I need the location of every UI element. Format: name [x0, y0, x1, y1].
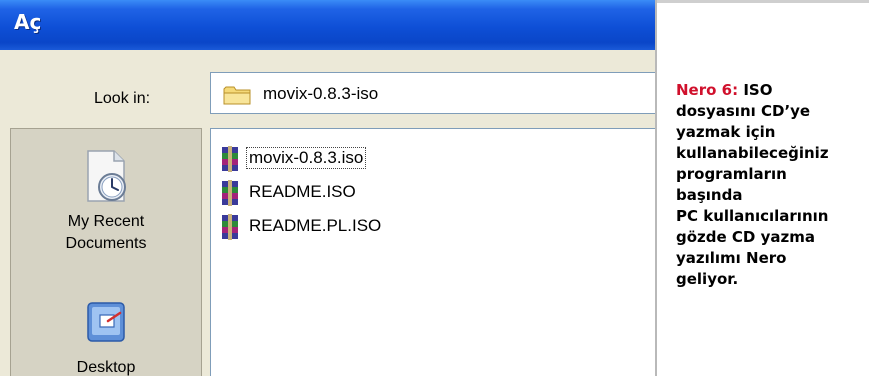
dialog-title: Aç: [14, 10, 42, 34]
file-name: README.PL.ISO: [249, 216, 382, 235]
open-dialog: Aç Look in: movix-0.8.3-iso My Recent Do…: [0, 0, 655, 376]
look-in-value: movix-0.8.3-iso: [263, 84, 379, 103]
caption-line: yazılımı Nero: [676, 249, 787, 267]
look-in-dropdown[interactable]: movix-0.8.3-iso: [210, 72, 655, 114]
caption-line: kullanabileceğiniz: [676, 144, 829, 162]
file-name: movix-0.8.3.iso: [245, 147, 367, 169]
archive-icon: [222, 180, 238, 206]
archive-icon: [222, 214, 238, 240]
caption-text: Nero 6: ISO dosyasını CD’ye yazmak için …: [676, 80, 861, 290]
caption-line: gözde CD yazma: [676, 228, 815, 246]
file-name: README.ISO: [249, 182, 356, 201]
caption-lead: Nero 6:: [676, 81, 739, 99]
caption-line: PC kullanıcılarının: [676, 207, 829, 225]
file-list[interactable]: movix-0.8.3.iso README.ISO README.PL.ISO: [210, 128, 655, 376]
caption-line: ISO: [743, 81, 773, 99]
caption-line-1: Nero 6: ISO: [676, 80, 861, 101]
place-label: Desktop: [76, 359, 136, 376]
recent-documents-icon: [87, 150, 126, 202]
caption-line: başında: [676, 186, 743, 204]
desktop-icon: [87, 302, 125, 342]
look-in-label: Look in:: [94, 90, 151, 107]
caption-line: geliyor.: [676, 270, 739, 288]
place-label: Documents: [65, 235, 147, 252]
places-bar: My Recent Documents Desktop: [10, 128, 202, 376]
place-recent-documents[interactable]: My Recent Documents: [11, 147, 201, 255]
caption-line: yazmak için: [676, 123, 776, 141]
folder-icon: [223, 86, 251, 105]
place-label: My Recent: [67, 213, 145, 230]
place-desktop[interactable]: Desktop: [11, 297, 201, 376]
archive-icon: [222, 146, 238, 172]
caption-divider: [655, 0, 657, 376]
caption-top-rule: [655, 0, 869, 3]
caption-line: dosyasını CD’ye: [676, 102, 811, 120]
caption-line: programların: [676, 165, 787, 183]
title-bar[interactable]: Aç: [0, 0, 655, 50]
